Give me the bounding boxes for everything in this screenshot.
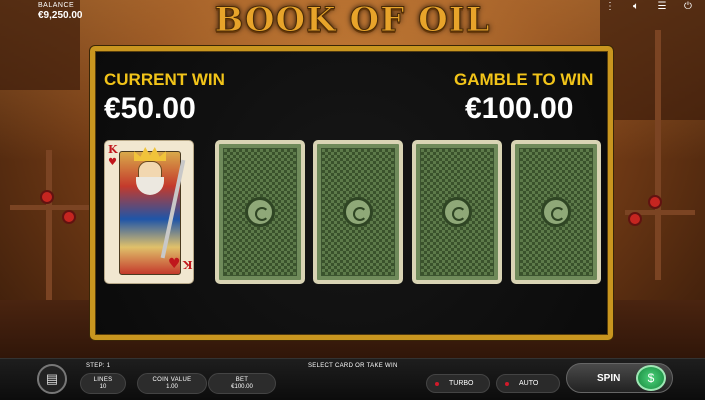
current-win-label: CURRENT WIN: [104, 70, 225, 89]
face-down-card-4[interactable]: [511, 140, 601, 284]
valve-icon: [40, 190, 54, 204]
valve-icon: [648, 195, 662, 209]
current-win-value: €50.00: [104, 92, 196, 125]
pipe-right: [655, 30, 661, 280]
speaker-icon[interactable]: 🔈︎: [629, 1, 643, 12]
lines-label: LINES: [93, 377, 113, 383]
turbo-toggle[interactable]: TURBO: [426, 374, 490, 393]
lines-value: 10: [99, 384, 107, 390]
game-logo: BOOK OF OIL: [195, 0, 510, 41]
power-icon[interactable]: ⏻: [681, 1, 695, 12]
city-silhouette: [600, 0, 705, 120]
pipe-left: [10, 205, 90, 210]
coin-value-value: 1.00: [166, 384, 178, 390]
revealed-card: K ♥ ♥ K: [104, 140, 194, 284]
valve-icon: [628, 212, 642, 226]
paytable-icon: ▤: [45, 371, 59, 386]
auto-toggle[interactable]: AUTO: [496, 374, 560, 393]
turbo-indicator-icon: [435, 381, 439, 386]
card-rank-bottom: K: [183, 258, 193, 271]
card-back-emblem-icon: [343, 197, 373, 227]
bet-control[interactable]: BET €100.00: [208, 373, 276, 394]
face-down-card-3[interactable]: [412, 140, 502, 284]
lines-control[interactable]: LINES 10: [80, 373, 126, 394]
turbo-label: TURBO: [449, 380, 474, 387]
logo-text: BOOK OF OIL: [214, 0, 491, 41]
face-down-card-1[interactable]: [215, 140, 305, 284]
pipe-left: [46, 150, 52, 300]
card-back-emblem-icon: [442, 197, 472, 227]
top-icon-bar: ⋮ 🔈︎ ☰ ⏻: [603, 1, 695, 12]
gamble-to-win-label: GAMBLE TO WIN: [454, 70, 594, 89]
card-back-emblem-icon: [541, 197, 571, 227]
paytable-button[interactable]: ▤: [37, 364, 67, 394]
menu-icon[interactable]: ☰: [655, 1, 669, 12]
balance-label: BALANCE: [38, 2, 75, 9]
coin-value-label: COIN VALUE: [152, 377, 192, 383]
coin-value-control[interactable]: COIN VALUE 1.00: [137, 373, 207, 394]
card-rank-top: K: [108, 143, 118, 156]
bet-label: BET: [235, 377, 249, 383]
balance-display: BALANCE €9,250.00: [38, 2, 83, 21]
card-suit-top: ♥: [108, 157, 117, 168]
money-icon: $: [647, 371, 655, 385]
take-win-icon[interactable]: $: [636, 365, 666, 391]
bet-value: €100.00: [231, 384, 253, 390]
gamble-to-win-value: €100.00: [465, 92, 574, 125]
auto-indicator-icon: [505, 381, 509, 386]
card-back-emblem-icon: [245, 197, 275, 227]
balance-value: €9,250.00: [38, 10, 83, 21]
spin-label: SPIN: [597, 372, 621, 384]
valve-icon: [62, 210, 76, 224]
status-message: SELECT CARD OR TAKE WIN: [308, 363, 398, 369]
face-down-card-2[interactable]: [313, 140, 403, 284]
grid-icon[interactable]: ⋮: [603, 1, 617, 12]
auto-label: AUTO: [519, 380, 539, 387]
card-suit-bottom: ♥: [168, 256, 181, 272]
step-indicator: STEP: 1: [86, 363, 111, 369]
